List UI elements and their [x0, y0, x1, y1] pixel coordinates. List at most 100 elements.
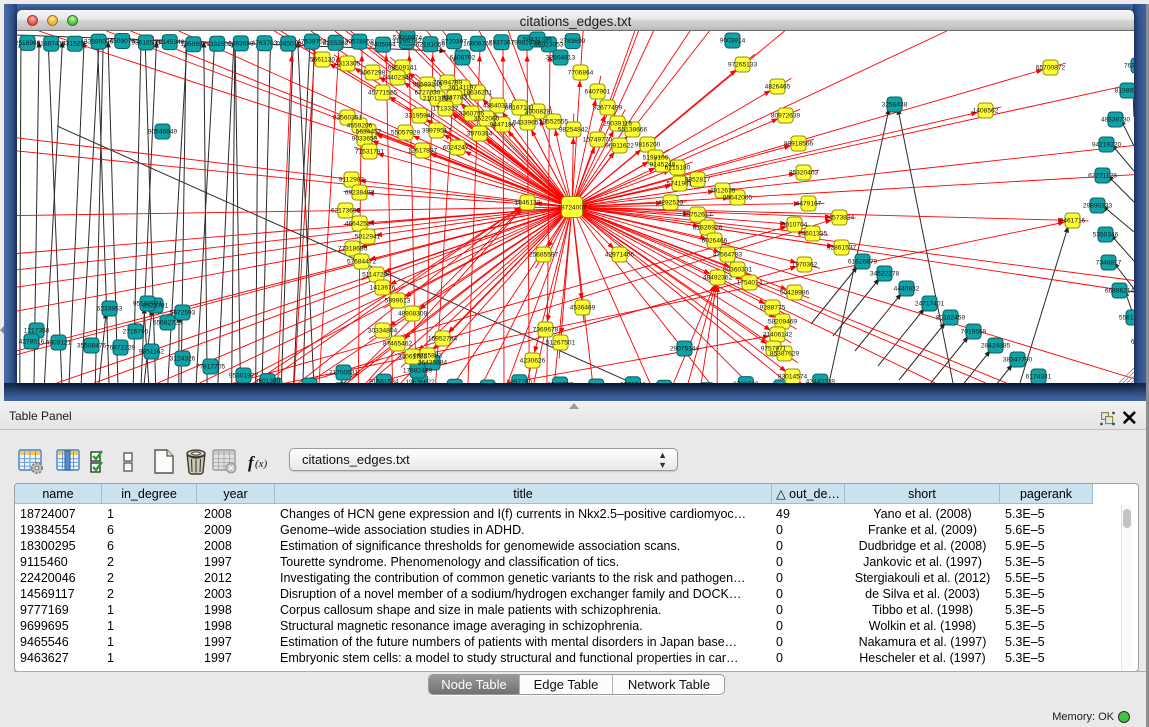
svg-text:(x): (x) [255, 458, 268, 470]
svg-text:19552555: 19552555 [539, 119, 569, 126]
svg-text:1217358: 1217358 [24, 328, 50, 335]
svg-text:4763703: 4763703 [252, 40, 278, 47]
svg-text:87465462: 87465462 [383, 341, 413, 348]
svg-text:85387629: 85387629 [770, 351, 800, 358]
svg-text:4479167: 4479167 [796, 201, 822, 208]
svg-text:7369678: 7369678 [533, 327, 559, 334]
svg-text:4278516: 4278516 [19, 339, 45, 346]
svg-text:57006974: 57006974 [393, 35, 423, 42]
svg-text:33195946: 33195946 [405, 113, 435, 120]
svg-text:5672593: 5672593 [170, 310, 196, 317]
svg-text:55138666: 55138666 [618, 127, 648, 134]
svg-text:5741961: 5741961 [667, 181, 693, 188]
svg-text:97265133: 97265133 [728, 62, 758, 69]
svg-text:96911622: 96911622 [605, 143, 634, 150]
svg-text:38347790: 38347790 [1003, 357, 1033, 364]
svg-text:80918566: 80918566 [784, 141, 814, 148]
svg-text:83560351: 83560351 [333, 115, 363, 122]
svg-text:14601335: 14601335 [798, 231, 828, 238]
svg-text:80360331: 80360331 [723, 267, 753, 274]
svg-text:5010704: 5010704 [782, 222, 808, 229]
svg-text:42971406: 42971406 [605, 252, 635, 259]
svg-text:5350346: 5350346 [1093, 232, 1119, 239]
svg-text:4440832: 4440832 [894, 286, 920, 293]
svg-text:35320403: 35320403 [789, 170, 819, 177]
svg-text:61626879: 61626879 [848, 259, 878, 266]
svg-text:21700531: 21700531 [329, 370, 359, 377]
svg-text:9461716: 9461716 [1060, 218, 1086, 225]
svg-text:35508476: 35508476 [77, 343, 107, 350]
svg-text:6026466: 6026466 [702, 238, 728, 245]
svg-text:77318680: 77318680 [338, 246, 368, 253]
svg-text:1413676: 1413676 [370, 285, 396, 292]
svg-text:1946757: 1946757 [547, 382, 573, 384]
svg-text:92677499: 92677499 [593, 105, 623, 112]
svg-text:58431136: 58431136 [523, 37, 552, 44]
svg-text:19752617: 19752617 [683, 212, 713, 219]
svg-text:8733209: 8733209 [733, 381, 759, 383]
svg-text:4912675: 4912675 [710, 188, 736, 195]
svg-text:28424885: 28424885 [981, 343, 1011, 350]
svg-text:66725883: 66725883 [413, 353, 443, 360]
svg-text:60242473: 60242473 [443, 145, 473, 152]
svg-text:3256438: 3256438 [882, 102, 908, 109]
svg-text:80162459: 80162459 [936, 315, 966, 322]
svg-text:2716790: 2716790 [123, 329, 149, 336]
svg-text:17882489: 17882489 [403, 368, 433, 375]
svg-text:39979517: 39979517 [422, 128, 452, 135]
svg-text:62173699: 62173699 [331, 208, 361, 215]
svg-text:64402340: 64402340 [383, 75, 413, 82]
svg-text:60961055: 60961055 [1131, 339, 1134, 346]
svg-text:4313305: 4313305 [335, 61, 361, 68]
svg-text:1970362: 1970362 [792, 262, 818, 269]
svg-text:8097790: 8097790 [506, 379, 532, 383]
svg-text:48908309: 48908309 [398, 311, 428, 318]
svg-text:5899613: 5899613 [385, 298, 411, 305]
svg-text:68509141: 68509141 [388, 65, 418, 72]
svg-text:50428986: 50428986 [780, 290, 810, 297]
svg-text:71531781: 71531781 [355, 149, 385, 156]
svg-text:9033659: 9033659 [352, 136, 378, 143]
svg-text:65700872: 65700872 [1036, 65, 1066, 72]
svg-text:55057929: 55057929 [391, 130, 421, 137]
svg-text:83014574: 83014574 [778, 374, 808, 381]
svg-text:4292523: 4292523 [658, 200, 684, 207]
svg-text:24717401: 24717401 [915, 301, 945, 308]
svg-text:25685597: 25685597 [529, 252, 559, 259]
svg-text:51826926: 51826926 [693, 225, 723, 232]
svg-text:92861537: 92861537 [827, 245, 857, 252]
svg-text:24573824: 24573824 [825, 215, 855, 222]
svg-text:21406142: 21406142 [763, 332, 793, 339]
svg-text:4559206: 4559206 [347, 123, 373, 130]
svg-text:51267501: 51267501 [546, 340, 576, 347]
svg-text:3124326: 3124326 [170, 356, 196, 363]
svg-text:66886214: 66886214 [1105, 288, 1134, 295]
svg-text:18724007: 18724007 [557, 205, 587, 212]
svg-text:5661130: 5661130 [310, 57, 336, 64]
svg-text:9112903: 9112903 [339, 177, 365, 184]
svg-text:30334804: 30334804 [368, 328, 398, 335]
svg-text:55612844: 55612844 [1119, 315, 1134, 322]
svg-text:29075144: 29075144 [670, 346, 700, 353]
svg-text:51147290: 51147290 [362, 272, 391, 279]
svg-text:95102931: 95102931 [133, 301, 163, 308]
svg-text:8198929: 8198929 [1115, 88, 1134, 95]
svg-text:6215180: 6215180 [665, 165, 691, 172]
svg-text:45771525: 45771525 [368, 90, 398, 97]
svg-text:16952784: 16952784 [428, 336, 458, 343]
svg-text:5198106: 5198106 [643, 155, 669, 162]
svg-text:6407901: 6407901 [585, 89, 611, 96]
svg-text:3067298: 3067298 [360, 70, 386, 77]
svg-text:1846123: 1846123 [515, 200, 541, 207]
svg-text:5634452: 5634452 [356, 129, 382, 136]
svg-text:4230626: 4230626 [520, 358, 546, 365]
svg-text:6233853: 6233853 [97, 306, 123, 313]
svg-text:94219220: 94219220 [1092, 142, 1122, 149]
svg-text:6406702: 6406702 [450, 55, 476, 62]
svg-text:47564783: 47564783 [713, 252, 743, 259]
svg-text:57684472: 57684472 [347, 259, 377, 266]
svg-text:69238497: 69238497 [345, 190, 375, 197]
svg-text:32864813: 32864813 [546, 55, 576, 62]
svg-text:58209469: 58209469 [768, 319, 798, 326]
svg-text:19636622: 19636622 [405, 379, 435, 383]
